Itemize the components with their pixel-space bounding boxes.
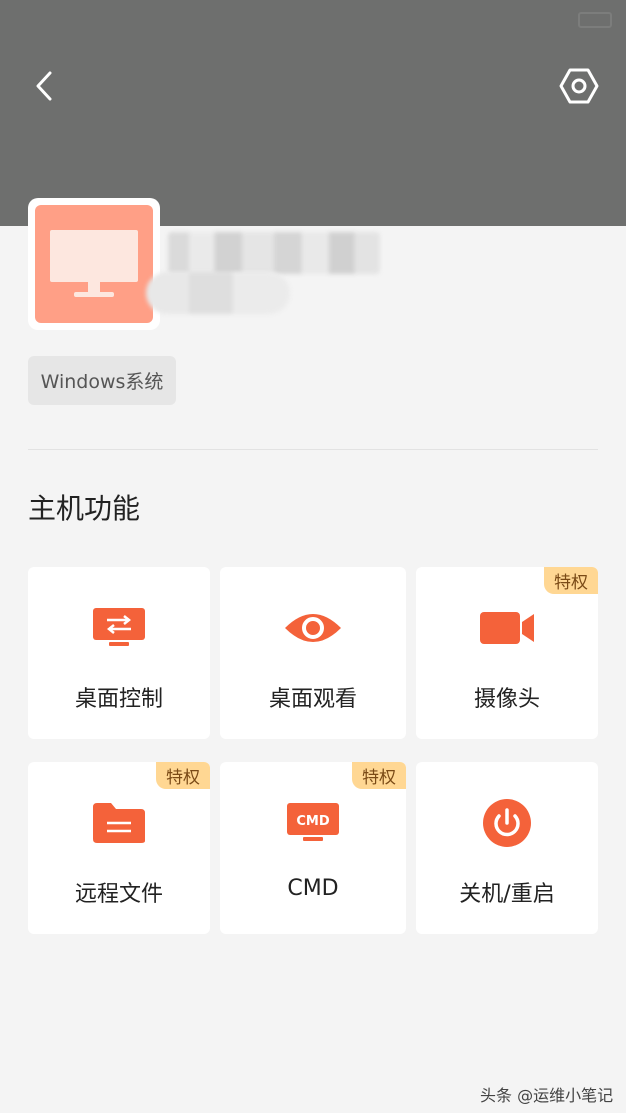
divider bbox=[28, 449, 598, 450]
folder-icon bbox=[89, 800, 149, 846]
function-label: 远程文件 bbox=[74, 882, 163, 907]
device-avatar-bg bbox=[35, 205, 153, 323]
function-label: 摄像头 bbox=[473, 687, 540, 712]
function-card-power[interactable]: 关机/重启 bbox=[416, 762, 598, 934]
battery-icon bbox=[578, 12, 612, 28]
device-id-redacted bbox=[146, 272, 290, 314]
function-card-desktop-view[interactable]: 桌面观看 bbox=[220, 567, 406, 739]
privilege-badge: 特权 bbox=[544, 567, 598, 594]
camera-icon bbox=[477, 605, 537, 651]
function-card-desktop-control[interactable]: 桌面控制 bbox=[28, 567, 210, 739]
function-label: 桌面观看 bbox=[268, 687, 357, 712]
privilege-badge: 特权 bbox=[156, 762, 210, 789]
cmd-icon: CMD bbox=[283, 800, 343, 846]
privilege-badge: 特权 bbox=[352, 762, 406, 789]
chevron-left-icon bbox=[36, 71, 52, 101]
os-tag: Windows系统 bbox=[28, 356, 176, 405]
section-title: 主机功能 bbox=[28, 492, 141, 525]
status-time bbox=[14, 10, 20, 31]
header-bar bbox=[0, 0, 626, 226]
function-card-remote-files[interactable]: 特权 远程文件 bbox=[28, 762, 210, 934]
hexagon-settings-icon bbox=[559, 68, 599, 104]
desktop-control-icon bbox=[89, 605, 149, 651]
watermark: 头条 @运维小笔记 bbox=[480, 1086, 614, 1105]
back-button[interactable] bbox=[28, 66, 60, 106]
function-card-cmd[interactable]: 特权 CMD CMD bbox=[220, 762, 406, 934]
function-label: 桌面控制 bbox=[74, 687, 163, 712]
function-label: 关机/重启 bbox=[459, 882, 555, 907]
svg-text:CMD: CMD bbox=[296, 814, 329, 829]
device-name-redacted bbox=[168, 232, 380, 274]
function-label: CMD bbox=[287, 876, 339, 901]
function-card-camera[interactable]: 特权 摄像头 bbox=[416, 567, 598, 739]
settings-button[interactable] bbox=[557, 64, 601, 108]
status-icons bbox=[578, 12, 612, 28]
power-icon bbox=[477, 799, 537, 847]
monitor-icon bbox=[50, 230, 138, 297]
eye-icon bbox=[283, 605, 343, 651]
device-avatar bbox=[28, 198, 160, 330]
status-bar bbox=[0, 0, 626, 40]
